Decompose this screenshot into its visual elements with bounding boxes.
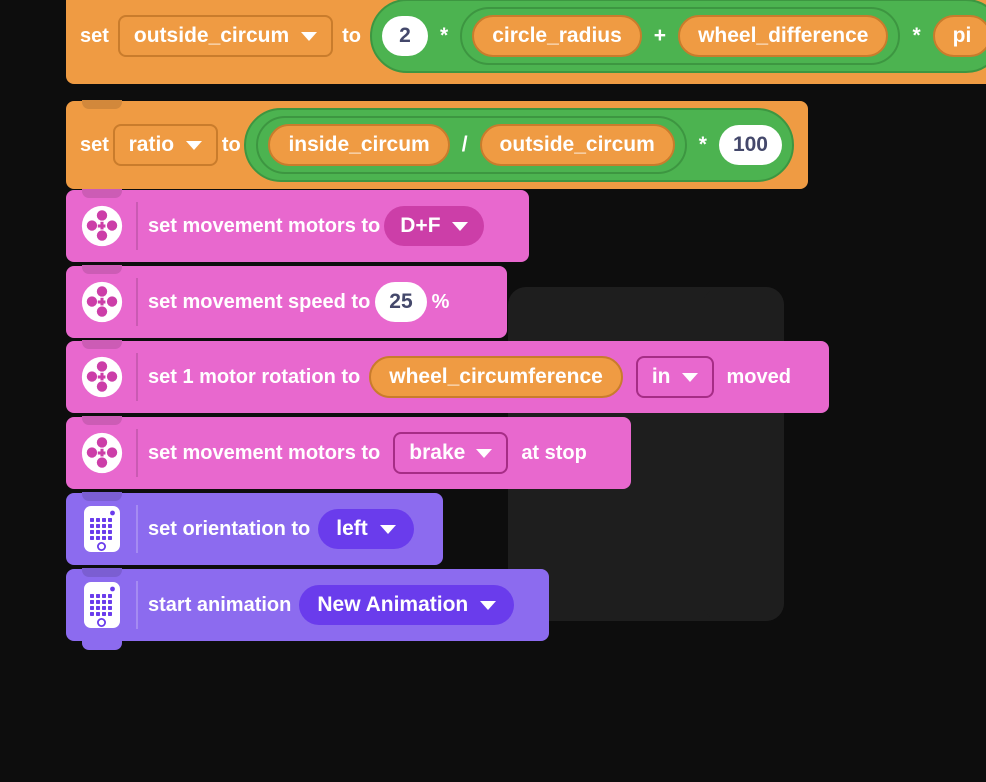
block-text: set movement speed to xyxy=(148,290,371,313)
variable-reporter-outside-circum[interactable]: outside_circum xyxy=(479,124,675,166)
operator-symbol-add: + xyxy=(653,24,667,47)
block-text: start animation xyxy=(148,593,292,616)
operator-multiply-ratio[interactable]: inside_circum / outside_circum * 100 xyxy=(244,108,794,182)
motor-icon xyxy=(66,266,138,338)
orientation-dropdown-left[interactable]: left xyxy=(318,509,414,549)
number-input-2[interactable]: 2 xyxy=(382,16,429,56)
orientation-dropdown-label: left xyxy=(336,517,368,540)
chevron-down-icon xyxy=(480,600,497,610)
block-start-animation[interactable]: start animation New Animation xyxy=(66,569,549,650)
block-set-motor-rotation[interactable]: set 1 motor rotation to wheel_circumfere… xyxy=(66,341,829,413)
block-workspace[interactable]: set outside_circum to 2 * circle_radius … xyxy=(0,0,986,782)
variable-dropdown-label: ratio xyxy=(128,133,175,156)
chevron-down-icon xyxy=(301,31,318,41)
animation-dropdown-label: New Animation xyxy=(317,593,469,616)
hub-icon xyxy=(66,493,138,565)
block-text: set orientation to xyxy=(148,517,311,540)
number-input-100[interactable]: 100 xyxy=(718,125,782,165)
variable-reporter-wheel-difference[interactable]: wheel_difference xyxy=(678,15,889,57)
set-keyword: set xyxy=(80,24,109,47)
block-set-movement-speed[interactable]: set movement speed to 25 % xyxy=(66,266,507,338)
operator-symbol-multiply-3: * xyxy=(698,133,707,156)
chevron-down-icon xyxy=(379,524,396,534)
chevron-down-icon xyxy=(476,448,493,458)
variable-reporter-circle-radius[interactable]: circle_radius xyxy=(472,15,642,57)
block-set-outside-circum[interactable]: set outside_circum to 2 * circle_radius … xyxy=(66,0,986,84)
block-text: set 1 motor rotation to xyxy=(148,365,361,388)
operator-symbol-divide: / xyxy=(461,133,468,156)
animation-dropdown-new-animation[interactable]: New Animation xyxy=(299,585,515,625)
at-stop-suffix: at stop xyxy=(521,441,587,464)
block-set-movement-motors[interactable]: set movement motors to D+F xyxy=(66,190,529,262)
moved-suffix: moved xyxy=(726,365,791,388)
operator-multiply-outer[interactable]: 2 * circle_radius + wheel_difference * p… xyxy=(370,0,986,73)
chevron-down-icon xyxy=(186,140,203,150)
operator-symbol-multiply-2: * xyxy=(912,24,921,47)
variable-reporter-wheel-circumference[interactable]: wheel_circumference xyxy=(369,356,623,398)
unit-dropdown-label: in xyxy=(651,365,671,388)
percent-suffix: % xyxy=(431,290,450,313)
set-keyword: set xyxy=(80,133,109,156)
hub-icon xyxy=(66,569,138,641)
variable-reporter-pi[interactable]: pi xyxy=(932,15,986,57)
block-set-orientation[interactable]: set orientation to left xyxy=(66,493,443,565)
variable-reporter-inside-circum[interactable]: inside_circum xyxy=(268,124,450,166)
operator-symbol-multiply: * xyxy=(440,24,449,47)
to-keyword: to xyxy=(342,24,362,47)
block-set-ratio[interactable]: set ratio to inside_circum / outside_cir… xyxy=(66,101,808,189)
motors-dropdown-df[interactable]: D+F xyxy=(384,206,484,246)
operator-divide[interactable]: inside_circum / outside_circum xyxy=(256,116,687,174)
block-set-movement-motors-brake[interactable]: set movement motors to brake at stop xyxy=(66,417,631,489)
variable-dropdown-outside-circum[interactable]: outside_circum xyxy=(117,15,334,57)
motor-icon xyxy=(66,190,138,262)
speed-input[interactable]: 25 xyxy=(375,282,427,322)
block-text: set movement motors to xyxy=(148,441,381,464)
variable-dropdown-ratio[interactable]: ratio xyxy=(112,124,219,166)
chevron-down-icon xyxy=(681,372,698,382)
chevron-down-icon xyxy=(451,221,468,231)
motors-dropdown-label: D+F xyxy=(400,214,441,237)
to-keyword: to xyxy=(221,133,241,156)
block-text: set movement motors to xyxy=(148,214,381,237)
stop-action-dropdown-label: brake xyxy=(409,441,466,464)
stop-action-dropdown-brake[interactable]: brake xyxy=(393,432,509,474)
motor-icon xyxy=(66,417,138,489)
operator-add-inner[interactable]: circle_radius + wheel_difference xyxy=(460,7,901,65)
unit-dropdown-in[interactable]: in xyxy=(635,356,714,398)
motor-icon xyxy=(66,341,138,413)
workspace-ghost-shape-2 xyxy=(703,287,784,621)
variable-dropdown-label: outside_circum xyxy=(133,24,290,47)
